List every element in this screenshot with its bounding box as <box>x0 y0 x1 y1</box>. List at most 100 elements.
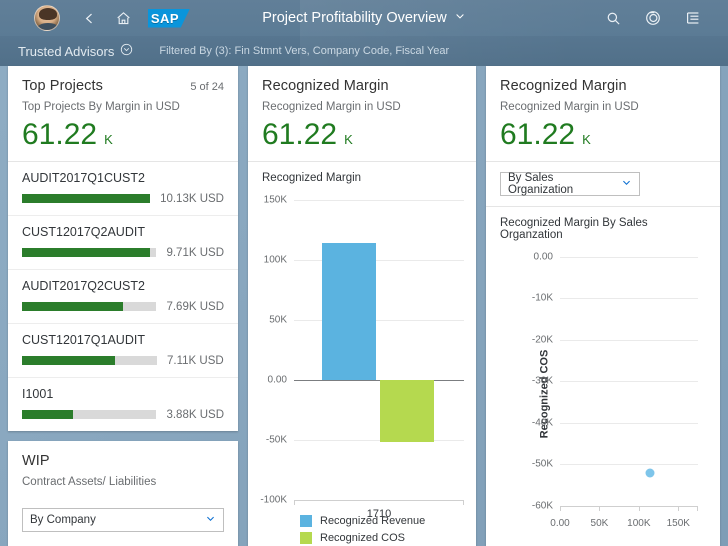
legend-swatch <box>300 532 312 544</box>
variant-label: Trusted Advisors <box>18 44 114 59</box>
list-item[interactable]: CUST12017Q1AUDIT 7.11K USD <box>8 323 238 377</box>
scatter-point[interactable] <box>645 468 654 477</box>
legend-label: Recognized Revenue <box>320 515 425 527</box>
wip-select-value: By Company <box>30 514 96 526</box>
kpi-unit: K <box>104 132 113 147</box>
progress-fill <box>22 194 150 203</box>
grid-line: -40K <box>560 423 698 424</box>
y-axis-tick: 150K <box>264 194 287 205</box>
project-value: 9.71K USD <box>166 247 224 259</box>
list-item[interactable]: AUDIT2017Q1CUST210.13K USD <box>8 162 238 215</box>
overflow-menu-icon[interactable] <box>680 5 706 31</box>
grid-line: 100K <box>294 260 464 261</box>
progress-track <box>22 194 150 203</box>
progress-fill <box>22 356 115 365</box>
progress-fill <box>22 302 123 311</box>
card-count-badge: 5 of 24 <box>190 81 224 93</box>
scatter-chart[interactable]: Recognized COS 0.00-10K-20K-30K-40K-50K-… <box>486 243 720 546</box>
wip-dimension-select[interactable]: By Company <box>22 508 224 532</box>
x-axis-tick-mark <box>639 506 640 511</box>
scatter-plot: 0.00-10K-20K-30K-40K-50K-60K0.0050K100K1… <box>560 257 698 507</box>
card-top-projects[interactable]: Top Projects 5 of 24 Top Projects By Mar… <box>8 66 238 431</box>
x-axis-tick: 0.00 <box>550 518 569 529</box>
kpi-value: 61.22 <box>262 119 337 151</box>
chevron-down-icon <box>621 177 632 191</box>
scatter-dimension-select[interactable]: By Sales Organization <box>500 172 640 196</box>
project-name: CUST12017Q1AUDIT <box>22 333 224 347</box>
column-middle: Recognized Margin Recognized Margin in U… <box>248 66 476 546</box>
project-metric: 7.69K USD <box>22 301 224 313</box>
kpi-value: 61.22 <box>22 119 97 151</box>
bar-recognized-revenue[interactable] <box>322 243 376 380</box>
scatter-select-wrap: By Sales Organization <box>486 162 720 206</box>
list-item[interactable]: I10013.88K USD <box>8 377 238 431</box>
variant-selector[interactable]: Trusted Advisors <box>18 43 133 59</box>
progress-track <box>22 356 157 365</box>
legend-label: Recognized COS <box>320 532 405 544</box>
card-title: WIP <box>22 453 224 469</box>
page-title[interactable]: Project Profitability Overview <box>262 10 447 26</box>
kpi-group: 61.22 K <box>22 119 224 151</box>
x-axis-tick: 100K <box>627 518 650 529</box>
card-title: Recognized Margin <box>262 78 462 94</box>
project-metric: 10.13K USD <box>22 193 224 205</box>
y-axis-tick: -50K <box>532 459 553 470</box>
progress-track <box>22 410 156 419</box>
list-item[interactable]: CUST12017Q2AUDIT 9.71K USD <box>8 215 238 269</box>
kpi-unit: K <box>582 132 591 147</box>
filter-bar: Trusted Advisors Filtered By (3): Fin St… <box>0 36 728 66</box>
card-header: Recognized Margin Recognized Margin in U… <box>248 66 476 161</box>
sap-logo: SAP <box>148 9 190 28</box>
wip-chart-caption: Accrued and Deferred Revenues and COS <box>8 542 238 546</box>
bar-chart-caption: Recognized Margin <box>248 162 476 186</box>
x-axis-tick-mark <box>599 506 600 511</box>
wip-select-wrap: By Company <box>8 498 238 542</box>
bar-recognized-cos[interactable] <box>380 380 434 443</box>
y-axis-tick: -30K <box>532 376 553 387</box>
card-recognized-margin-bar[interactable]: Recognized Margin Recognized Margin in U… <box>248 66 476 546</box>
chevron-down-icon[interactable] <box>454 10 466 26</box>
legend-swatch <box>300 515 312 527</box>
project-metric: 9.71K USD <box>22 247 224 259</box>
y-axis-tick: -40K <box>532 417 553 428</box>
legend-item[interactable]: Recognized Revenue <box>300 515 425 527</box>
shell-bar: SAP Project Profitability Overview <box>0 0 728 36</box>
card-header: Recognized Margin Recognized Margin in U… <box>486 66 720 161</box>
kpi-value: 61.22 <box>500 119 575 151</box>
progress-fill <box>22 248 150 257</box>
back-chevron-icon[interactable] <box>76 5 102 31</box>
grid-line: -50K <box>560 464 698 465</box>
project-name: CUST12017Q2AUDIT <box>22 225 224 239</box>
filter-summary[interactable]: Filtered By (3): Fin Stmnt Vers, Company… <box>159 45 449 57</box>
bar-chart-legend: Recognized Revenue Recognized COS <box>300 515 425 546</box>
project-list: AUDIT2017Q1CUST210.13K USDCUST12017Q2AUD… <box>8 162 238 431</box>
card-header: WIP Contract Assets/ Liabilities <box>8 441 238 498</box>
bar-chart[interactable]: 150K100K50K0.00-50K-100K1710 Recognized … <box>248 186 476 546</box>
kpi-unit: K <box>344 132 353 147</box>
list-item[interactable]: AUDIT2017Q2CUST2 7.69K USD <box>8 269 238 323</box>
card-recognized-margin-scatter[interactable]: Recognized Margin Recognized Margin in U… <box>486 66 720 546</box>
project-name: AUDIT2017Q2CUST2 <box>22 279 224 293</box>
copilot-icon[interactable] <box>640 5 666 31</box>
search-icon[interactable] <box>600 5 626 31</box>
grid-line: 50K <box>294 320 464 321</box>
card-subtitle: Top Projects By Margin in USD <box>22 101 224 113</box>
grid-line: -30K <box>560 381 698 382</box>
project-metric: 3.88K USD <box>22 409 224 421</box>
card-wip[interactable]: WIP Contract Assets/ Liabilities By Comp… <box>8 441 238 546</box>
scatter-chart-caption: Recognized Margin By Sales Organzation <box>486 207 720 243</box>
x-axis-line <box>294 500 464 505</box>
card-subtitle: Recognized Margin in USD <box>500 101 706 113</box>
project-metric: 7.11K USD <box>22 355 224 367</box>
home-icon[interactable] <box>110 5 136 31</box>
legend-item[interactable]: Recognized COS <box>300 532 425 544</box>
progress-track <box>22 302 156 311</box>
scatter-select-value: By Sales Organization <box>508 172 621 196</box>
y-axis-tick: -50K <box>266 434 287 445</box>
grid-line: 150K <box>294 200 464 201</box>
project-value: 3.88K USD <box>166 409 224 421</box>
grid-line: -10K <box>560 298 698 299</box>
y-axis-tick: -100K <box>260 495 287 506</box>
y-axis-tick: -10K <box>532 293 553 304</box>
avatar[interactable] <box>34 5 60 31</box>
